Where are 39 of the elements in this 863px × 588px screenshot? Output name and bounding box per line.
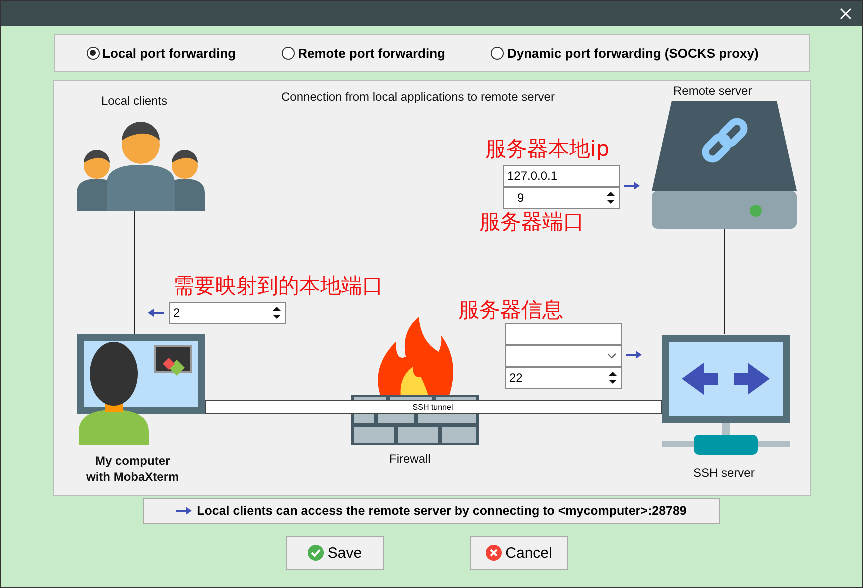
my-computer-label: My computer with MobaXterm [86,453,180,485]
radio-button[interactable] [86,46,100,60]
cancel-button[interactable]: Cancel [470,536,568,570]
spinner-icon[interactable] [272,306,280,320]
remote-host-field[interactable]: 127.0.0.1 [502,165,620,187]
radio-option[interactable]: Remote port forwarding [282,46,446,60]
local-clients-label: Local clients [102,93,168,109]
ssh-port-field[interactable]: 22 [504,367,622,389]
firewall-label: Firewall [390,451,431,467]
save-button[interactable]: Save [286,536,384,570]
radio-button[interactable] [282,46,296,60]
arrow-icon [148,309,164,317]
annotation-text: 服务器信息 [458,298,564,322]
radio-option[interactable]: Dynamic port forwarding (SOCKS proxy) [491,46,759,60]
close-icon [486,545,502,561]
spinner-icon[interactable] [606,191,614,205]
remote-port-field[interactable]: 9 [502,187,620,209]
arrow-icon [624,182,640,190]
ssh-host-field[interactable] [504,323,622,345]
arrow-icon [626,351,642,359]
check-icon [308,545,324,561]
server-icon [652,101,796,229]
spinner-icon[interactable] [608,371,616,385]
radio-button[interactable] [491,46,504,60]
close-icon[interactable] [840,8,852,20]
local-port-field[interactable]: 2 [168,302,286,324]
ssh-tunnel-label: SSH tunnel [204,400,662,414]
chevron-icon [606,353,616,359]
info-text: Local clients can access the remote server by connecting to <mycomputer>:28789 [197,504,687,518]
arrow-icon [176,507,192,515]
computer-user-icon [76,334,204,445]
annotation-text: 服务器本地ip [486,137,610,161]
remote-server-label: Remote server [674,83,752,99]
ssh-server-label: SSH server [694,465,755,481]
people-icon [76,121,204,211]
annotation-text: 服务器端口 [480,210,584,234]
radio-option[interactable]: Local port forwarding [86,46,236,60]
diagram-caption: Connection from local applications to remote server [282,89,555,105]
annotation-text: 需要映射到的本地端口 [174,274,384,298]
